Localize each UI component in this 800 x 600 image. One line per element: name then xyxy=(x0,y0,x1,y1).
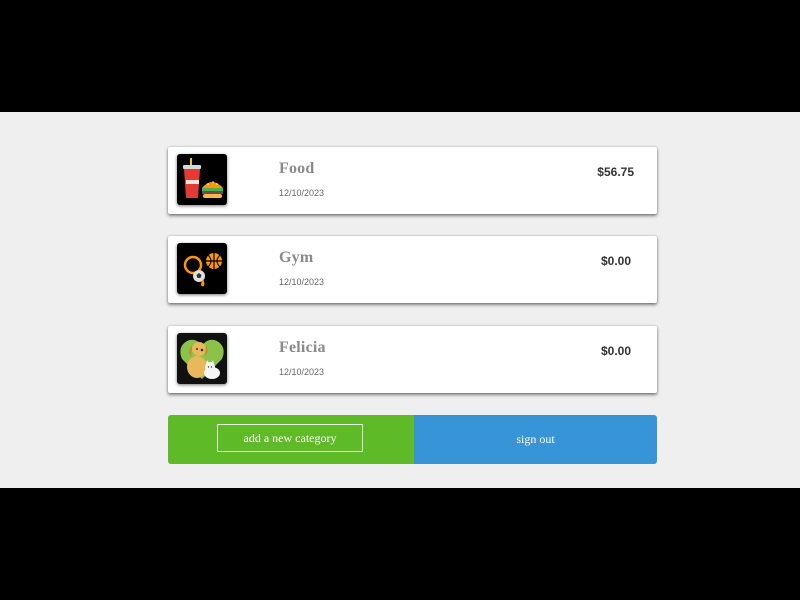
category-name: Gym xyxy=(279,249,314,266)
category-amount: $56.75 xyxy=(597,165,634,179)
category-date: 12/10/2023 xyxy=(279,277,325,287)
food-drink-burger-icon xyxy=(177,154,227,205)
category-card-felicia[interactable]: Felicia 12/10/2023 $0.00 xyxy=(168,326,657,393)
category-amount: $0.00 xyxy=(600,344,631,358)
app-viewport: Food 12/10/2023 $56.75 Gym 12/10/2023 $0… xyxy=(0,112,800,488)
category-amount: $0.00 xyxy=(600,254,631,268)
pets-dog-cat-icon xyxy=(177,333,227,384)
category-date: 12/10/2023 xyxy=(279,367,325,377)
category-name: Food xyxy=(279,160,315,177)
add-category-button[interactable]: add a new category xyxy=(217,424,363,452)
category-name: Felicia xyxy=(279,339,326,356)
sign-out-button[interactable]: sign out xyxy=(414,415,657,464)
add-category-panel: add a new category xyxy=(168,415,414,464)
sports-equipment-icon xyxy=(177,243,227,294)
action-bar: add a new category sign out xyxy=(168,415,657,464)
category-date: 12/10/2023 xyxy=(279,188,325,198)
category-card-food[interactable]: Food 12/10/2023 $56.75 xyxy=(168,147,657,214)
category-card-gym[interactable]: Gym 12/10/2023 $0.00 xyxy=(168,236,657,303)
